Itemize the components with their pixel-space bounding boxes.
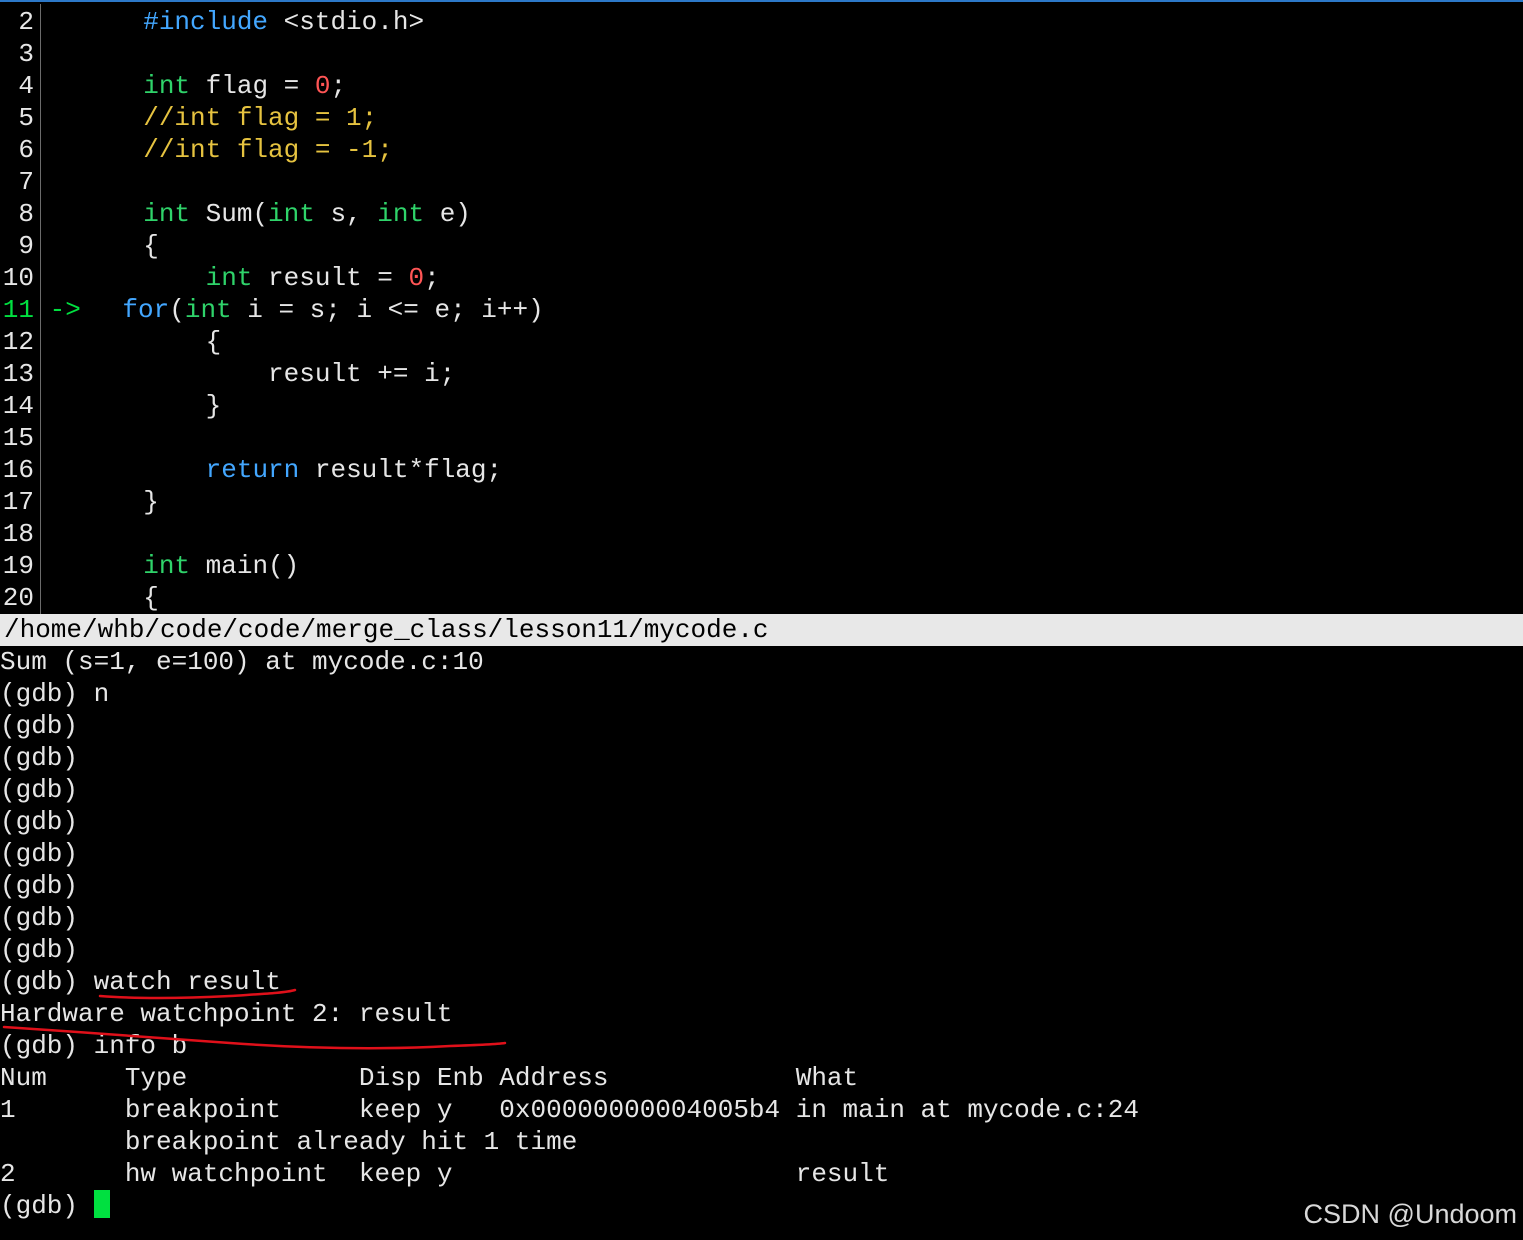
console-line: (gdb) bbox=[0, 807, 79, 837]
source-line: 15 bbox=[2, 423, 34, 453]
console-line: (gdb) bbox=[0, 839, 79, 869]
breakpoint-table-header: Num Type Disp Enb Address What bbox=[0, 1063, 859, 1093]
console-line: (gdb) bbox=[0, 871, 79, 901]
console-line: Sum (s=1, e=100) at mycode.c:10 bbox=[0, 647, 484, 677]
source-line-current: 11 -> for(int i = s; i <= e; i++) bbox=[2, 295, 544, 325]
source-line: 5 //int flag = 1; bbox=[18, 103, 378, 133]
breakpoint-table-row: breakpoint already hit 1 time bbox=[0, 1127, 578, 1157]
source-code-pane[interactable]: 2 #include <stdio.h> 3 4 int flag = 0; 5… bbox=[0, 0, 1523, 614]
console-line: (gdb) info b bbox=[0, 1031, 188, 1061]
console-input-line[interactable]: (gdb) bbox=[0, 1190, 110, 1222]
terminal-cursor[interactable] bbox=[93, 1190, 110, 1219]
source-line: 7 bbox=[18, 167, 34, 197]
source-line: 8 int Sum(int s, int e) bbox=[18, 199, 471, 229]
source-line: 16 return result*flag; bbox=[2, 455, 503, 485]
console-line: Hardware watchpoint 2: result bbox=[0, 999, 453, 1029]
console-line: (gdb) n bbox=[0, 679, 110, 709]
gdb-prompt: (gdb) bbox=[0, 1191, 94, 1221]
source-line: 12 { bbox=[2, 327, 222, 357]
source-line: 3 bbox=[18, 39, 34, 69]
source-line: 4 int flag = 0; bbox=[18, 71, 347, 101]
source-line: 17 } bbox=[2, 487, 159, 517]
console-line: (gdb) bbox=[0, 711, 79, 741]
breakpoint-table-row: 2 hw watchpoint keep y result bbox=[0, 1159, 890, 1189]
console-line: (gdb) bbox=[0, 743, 79, 773]
source-line: 13 result += i; bbox=[2, 359, 456, 389]
source-line: 2 #include <stdio.h> bbox=[18, 7, 425, 37]
source-line: 14 } bbox=[2, 391, 222, 421]
watermark: CSDN @Undoom bbox=[1303, 1199, 1517, 1229]
current-line-arrow-icon: -> bbox=[49, 295, 81, 325]
source-line: 9 { bbox=[18, 231, 159, 261]
source-line: 19 int main() bbox=[2, 551, 300, 581]
source-file-path: /home/whb/code/code/merge_class/lesson11… bbox=[4, 615, 769, 645]
source-line: 18 bbox=[2, 519, 34, 549]
console-line: (gdb) bbox=[0, 903, 79, 933]
console-line: (gdb) bbox=[0, 775, 79, 805]
console-line: (gdb) bbox=[0, 935, 79, 965]
source-line: 20 { bbox=[2, 583, 159, 613]
source-file-status-bar: /home/whb/code/code/merge_class/lesson11… bbox=[0, 614, 1523, 646]
breakpoint-table-row: 1 breakpoint keep y 0x00000000004005b4 i… bbox=[0, 1095, 1139, 1125]
source-line: 6 //int flag = -1; bbox=[18, 135, 393, 165]
source-line: 10 int result = 0; bbox=[2, 263, 440, 293]
console-line: (gdb) watch result bbox=[0, 967, 281, 997]
